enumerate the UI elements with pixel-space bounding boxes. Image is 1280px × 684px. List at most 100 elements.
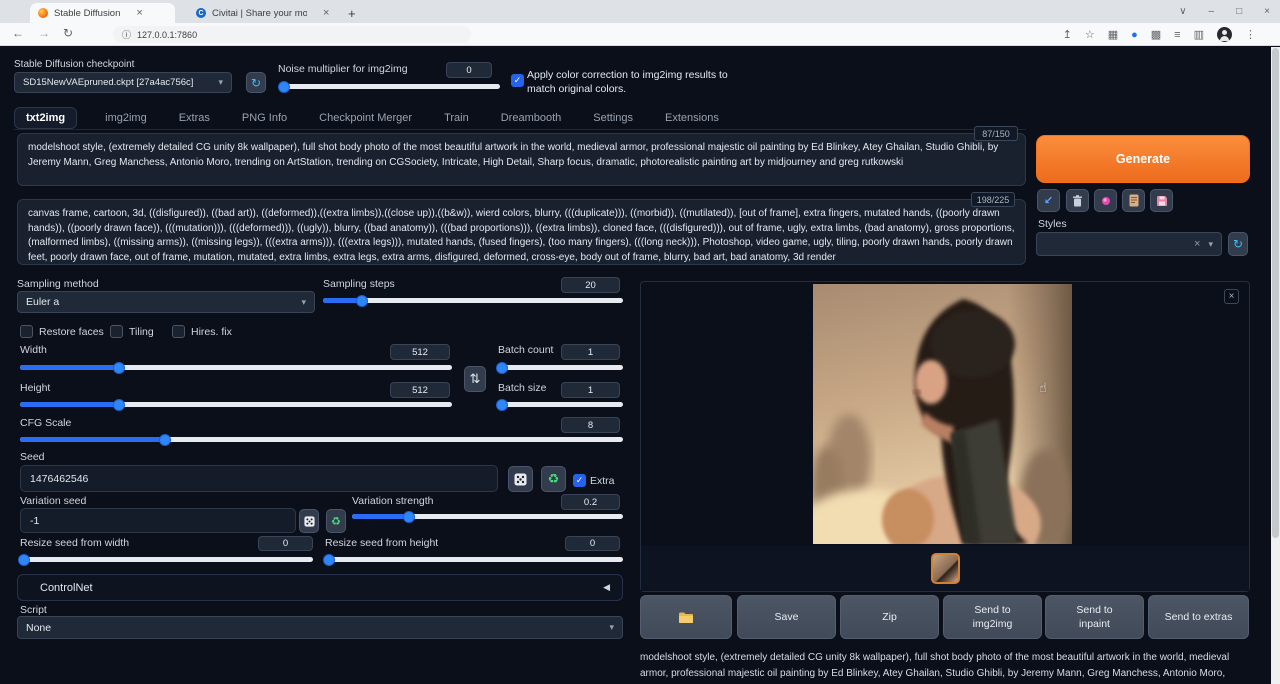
scrollbar-thumb[interactable]: [1272, 48, 1279, 538]
browser-tab-civitai[interactable]: C Civitai | Share your models ×: [188, 3, 338, 23]
reload-icon[interactable]: ↻: [63, 26, 73, 40]
close-gallery-icon[interactable]: ×: [1224, 289, 1239, 304]
color-correction-checkbox[interactable]: ✓: [511, 74, 524, 87]
gallery-thumbnail-selected[interactable]: [931, 553, 960, 584]
minimize-icon[interactable]: –: [1209, 6, 1215, 17]
page-scrollbar[interactable]: [1271, 47, 1280, 684]
maximize-icon[interactable]: □: [1236, 6, 1242, 17]
browser-tab-stable-diffusion[interactable]: Stable Diffusion ×: [30, 3, 175, 23]
back-icon[interactable]: ←: [12, 26, 24, 40]
cfg-scale-slider[interactable]: [20, 437, 623, 442]
width-value[interactable]: 512: [390, 344, 450, 360]
workspaces-icon[interactable]: ▦: [1108, 28, 1118, 41]
floppy-disk-icon: [1156, 195, 1168, 207]
tab-dreambooth[interactable]: Dreambooth: [497, 107, 566, 129]
refresh-checkpoint-button[interactable]: ↻: [246, 72, 266, 93]
tab-checkpoint-merger[interactable]: Checkpoint Merger: [315, 107, 416, 129]
tab-txt2img[interactable]: txt2img: [14, 107, 77, 129]
resize-seed-width-value[interactable]: 0: [258, 536, 313, 551]
tab-settings[interactable]: Settings: [589, 107, 637, 129]
hires-fix-checkbox[interactable]: [172, 325, 185, 338]
close-window-icon[interactable]: ×: [1264, 6, 1270, 17]
restore-faces-checkbox[interactable]: [20, 325, 33, 338]
forward-icon[interactable]: →: [38, 26, 50, 40]
controlnet-accordion[interactable]: ControlNet ◀: [17, 574, 623, 601]
checkpoint-dropdown[interactable]: SD15NewVAEpruned.ckpt [27a4ac756c] ▾: [14, 72, 232, 93]
chevron-down-icon: ▾: [1208, 239, 1213, 250]
sampling-steps-slider[interactable]: [323, 298, 623, 303]
address-bar[interactable]: ⓘ 127.0.0.1:7860: [113, 26, 471, 43]
send-to-inpaint-label: Send to inpaint: [1067, 603, 1122, 631]
swap-width-height-button[interactable]: ⇅: [464, 366, 486, 392]
batch-count-value[interactable]: 1: [561, 344, 620, 360]
noise-multiplier-slider[interactable]: [281, 84, 500, 89]
new-tab-button[interactable]: +: [340, 3, 360, 23]
prompt-textarea[interactable]: modelshoot style, (extremely detailed CG…: [17, 133, 1026, 186]
reuse-variation-seed-button[interactable]: ♻: [326, 509, 346, 533]
save-style-button[interactable]: [1150, 189, 1173, 212]
variation-strength-slider[interactable]: [352, 514, 623, 519]
styles-label: Styles: [1038, 218, 1067, 230]
cfg-scale-value[interactable]: 8: [561, 417, 620, 433]
extensions-icon[interactable]: ▩: [1151, 28, 1161, 41]
variation-strength-value[interactable]: 0.2: [561, 494, 620, 510]
height-value[interactable]: 512: [390, 382, 450, 398]
script-dropdown[interactable]: None ▾: [17, 616, 623, 639]
tab-png-info[interactable]: PNG Info: [238, 107, 291, 129]
site-info-icon[interactable]: ⓘ: [122, 28, 131, 41]
recycle-icon: ♻: [331, 515, 341, 528]
close-tab-icon[interactable]: ×: [136, 7, 142, 19]
variation-strength-label: Variation strength: [352, 495, 434, 507]
resize-seed-height-slider[interactable]: [325, 557, 623, 562]
tab-extensions[interactable]: Extensions: [661, 107, 723, 129]
resize-seed-width-slider[interactable]: [20, 557, 313, 562]
negative-prompt-textarea[interactable]: canvas frame, cartoon, 3d, ((disfigured)…: [17, 199, 1026, 265]
random-variation-seed-button[interactable]: [299, 509, 319, 533]
extra-seed-checkbox[interactable]: ✓: [573, 474, 586, 487]
tune-icon[interactable]: ≡: [1174, 29, 1180, 41]
noise-multiplier-value[interactable]: 0: [446, 62, 492, 78]
menu-kebab-icon[interactable]: ⋮: [1245, 28, 1256, 41]
refresh-styles-button[interactable]: ↻: [1228, 232, 1248, 256]
generate-button[interactable]: Generate: [1036, 135, 1250, 183]
width-slider[interactable]: [20, 365, 452, 370]
send-to-extras-button[interactable]: Send to extras: [1148, 595, 1249, 639]
chevron-down-icon[interactable]: ∨: [1179, 6, 1186, 17]
open-output-folder-button[interactable]: [640, 595, 732, 639]
extra-networks-button[interactable]: [1094, 189, 1117, 212]
generated-image[interactable]: [813, 284, 1072, 544]
batch-size-value[interactable]: 1: [561, 382, 620, 398]
batch-count-slider[interactable]: [498, 365, 623, 370]
tiling-checkbox[interactable]: [110, 325, 123, 338]
sampling-steps-value[interactable]: 20: [561, 277, 620, 293]
tab-train[interactable]: Train: [440, 107, 473, 129]
swap-icon: ⇅: [470, 371, 481, 387]
side-panel-icon[interactable]: ▥: [1194, 28, 1204, 41]
clear-prompt-button[interactable]: [1066, 189, 1089, 212]
send-to-inpaint-button[interactable]: Send to inpaint: [1045, 595, 1144, 639]
styles-dropdown[interactable]: × ▾: [1036, 232, 1222, 256]
clear-styles-icon[interactable]: ×: [1194, 238, 1200, 250]
resize-seed-height-value[interactable]: 0: [565, 536, 620, 551]
sampling-method-dropdown[interactable]: Euler a ▾: [17, 291, 315, 313]
batch-size-slider[interactable]: [498, 402, 623, 407]
accordion-collapsed-icon: ◀: [603, 582, 610, 593]
height-slider[interactable]: [20, 402, 452, 407]
tab-extras[interactable]: Extras: [175, 107, 214, 129]
reuse-seed-button[interactable]: ♻: [541, 466, 566, 492]
read-generation-params-button[interactable]: ↙: [1037, 189, 1060, 212]
send-to-img2img-button[interactable]: Send to img2img: [943, 595, 1042, 639]
profile-avatar[interactable]: [1217, 27, 1232, 42]
random-seed-button[interactable]: [508, 466, 533, 492]
close-tab-icon[interactable]: ×: [323, 7, 329, 19]
zip-button[interactable]: Zip: [840, 595, 939, 639]
variation-seed-input[interactable]: [20, 508, 296, 533]
bookmark-star-icon[interactable]: ☆: [1085, 28, 1095, 41]
share-icon[interactable]: ↥: [1063, 28, 1072, 41]
apply-styles-button[interactable]: [1122, 189, 1145, 212]
save-button[interactable]: Save: [737, 595, 836, 639]
url-text: 127.0.0.1:7860: [137, 30, 197, 40]
seed-input[interactable]: [20, 465, 498, 492]
tab-img2img[interactable]: img2img: [101, 107, 151, 129]
sync-status-icon[interactable]: ●: [1131, 29, 1138, 41]
